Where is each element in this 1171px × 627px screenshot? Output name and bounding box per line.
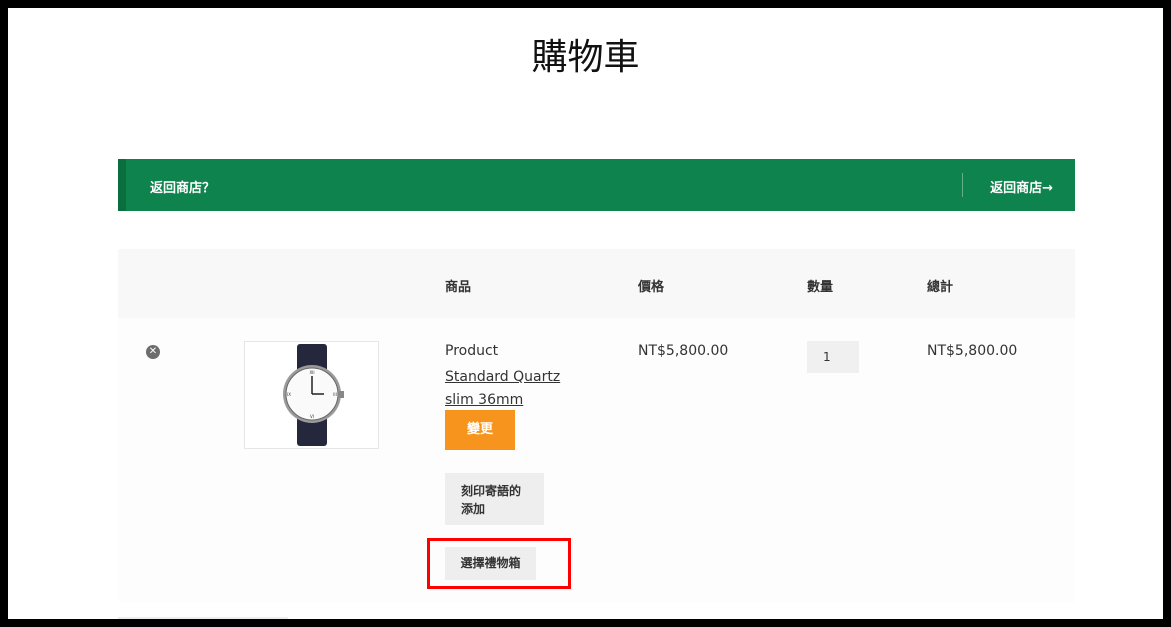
return-to-shop-notice: 返回商店？ 返回商店→ — [118, 159, 1075, 211]
svg-text:VI: VI — [310, 414, 314, 419]
header-price: 價格 — [638, 280, 665, 295]
svg-text:XII: XII — [309, 370, 314, 375]
change-button[interactable]: 變更 — [445, 410, 515, 450]
highlight-annotation — [427, 538, 571, 589]
watch-icon: XII VI IX III — [283, 344, 344, 446]
item-price: NT$5,800.00 — [638, 343, 729, 359]
notice-divider — [962, 173, 963, 197]
page-title: 購物車 — [531, 37, 640, 78]
product-prefix: Product — [445, 343, 499, 359]
svg-text:III: III — [333, 392, 337, 397]
next-section-edge — [118, 617, 288, 619]
return-to-shop-button[interactable]: 返回商店→ — [990, 177, 1053, 196]
quantity-input[interactable] — [807, 341, 859, 373]
cart-table-header: 商品 價格 數量 總計 — [118, 249, 1075, 318]
add-engraving-button[interactable]: 刻印寄語的添加 — [445, 473, 544, 525]
notice-message: 返回商店？ — [150, 181, 216, 196]
product-thumbnail[interactable]: XII VI IX III — [244, 341, 379, 449]
remove-circle-icon[interactable]: ✕ — [146, 345, 160, 359]
item-subtotal: NT$5,800.00 — [927, 343, 1018, 359]
header-product: 商品 — [445, 280, 472, 295]
product-name-link[interactable]: Standard Quartz slim 36mm — [445, 366, 575, 412]
header-total: 總計 — [927, 280, 954, 295]
header-quantity: 數量 — [807, 280, 834, 295]
svg-text:IX: IX — [287, 392, 291, 397]
page-frame: 購物車 返回商店？ 返回商店→ 商品 價格 數量 總計 ✕ XII VI IX … — [8, 8, 1163, 619]
cart-item-row: ✕ XII VI IX III Product Standard Quartz … — [118, 318, 1075, 602]
